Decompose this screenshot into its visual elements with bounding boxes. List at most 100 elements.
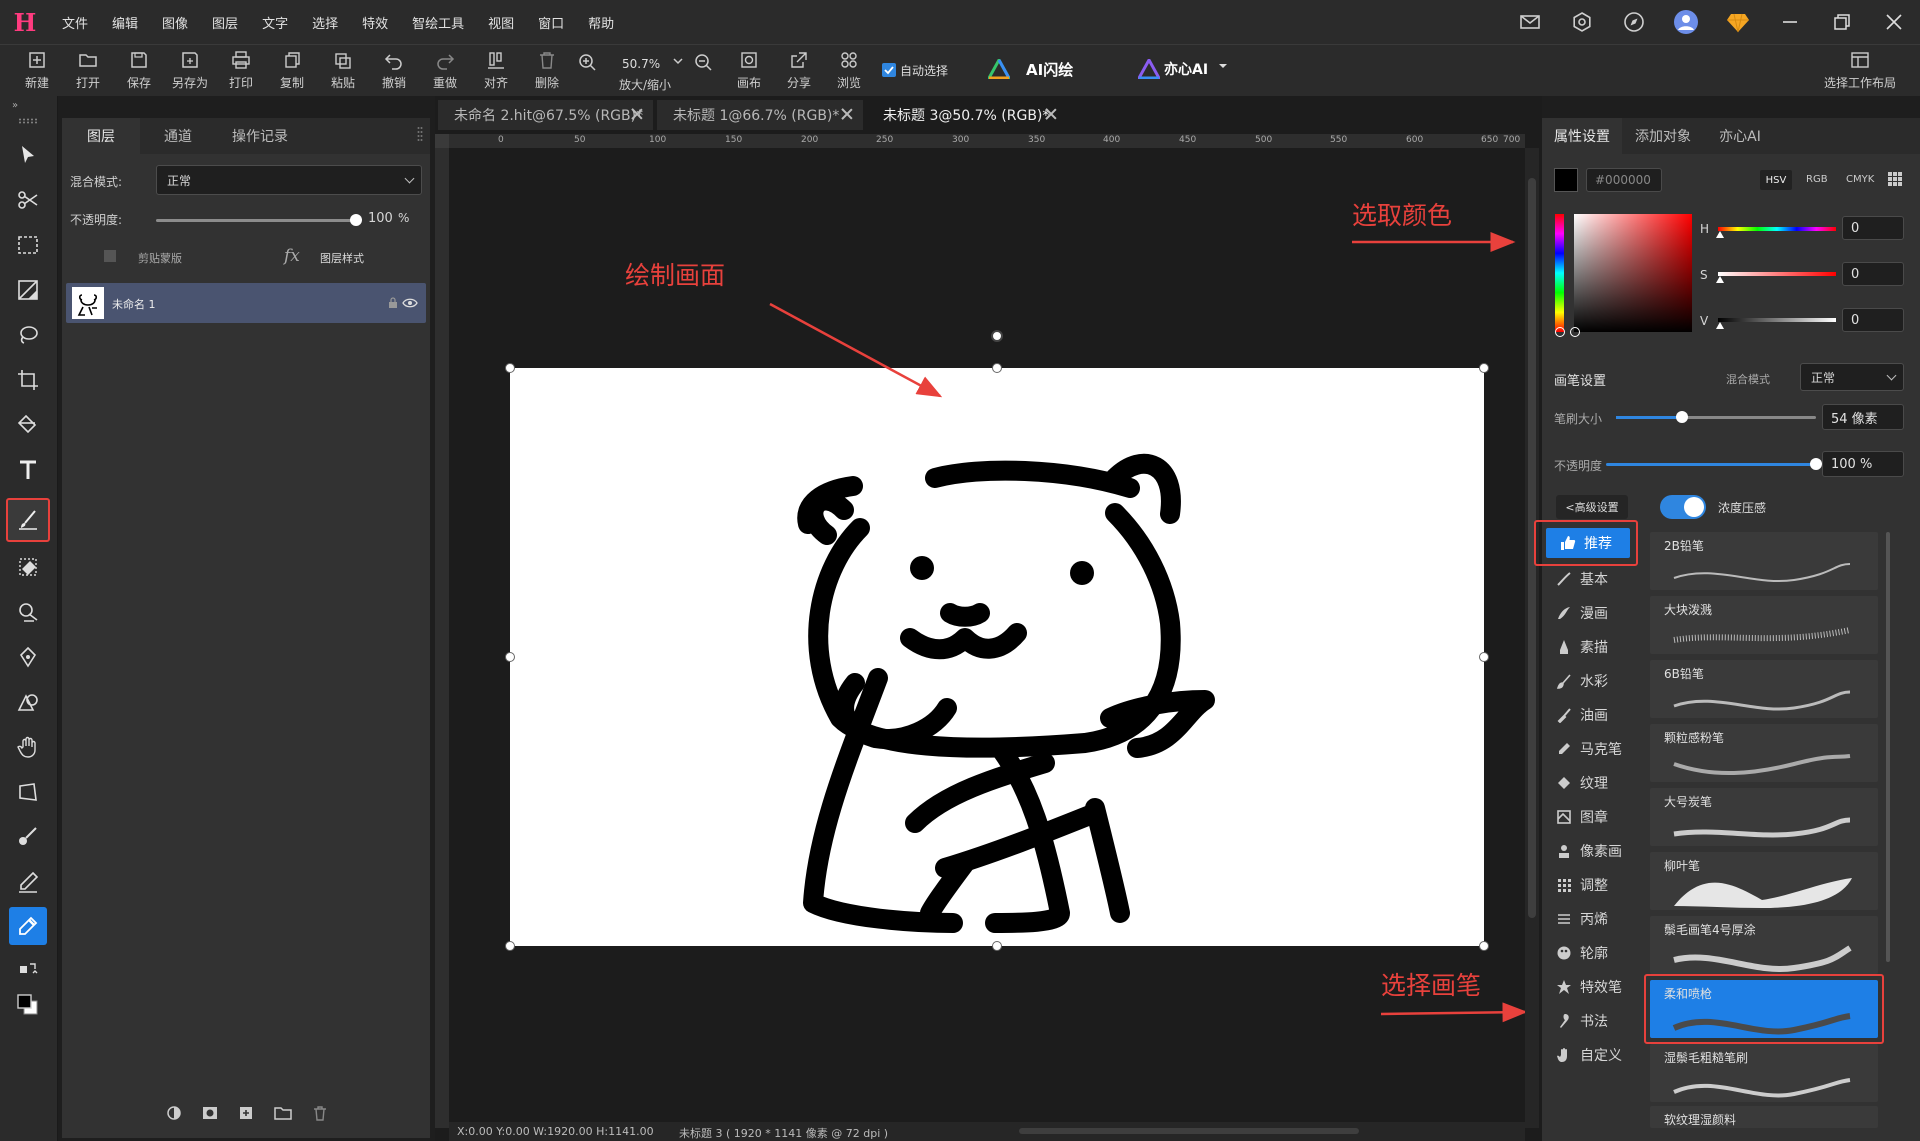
fx-icon[interactable]: fx — [284, 246, 300, 266]
clone-stamp-tool-icon[interactable] — [9, 593, 47, 631]
undo-button[interactable]: 撤销 — [369, 50, 419, 96]
layer-opacity-slider[interactable] — [156, 214, 362, 226]
category-marker[interactable]: 马克笔 — [1542, 734, 1642, 764]
category-outline[interactable]: 轮廓 — [1542, 938, 1642, 968]
brush-size-slider[interactable] — [1616, 411, 1816, 423]
lock-icon[interactable] — [388, 297, 398, 309]
brush-opacity-knob[interactable] — [1810, 458, 1822, 470]
magic-select-tool-icon[interactable] — [9, 271, 47, 309]
ai-flash-button[interactable]: AI闪绘 — [1026, 59, 1073, 80]
restore-icon[interactable] — [1816, 0, 1868, 44]
align-button[interactable]: 对齐 — [471, 50, 521, 96]
delete-button[interactable]: 删除 — [522, 50, 572, 96]
yixin-ai-icon[interactable] — [1138, 59, 1160, 79]
h-input[interactable]: 0 — [1842, 216, 1904, 240]
category-basic[interactable]: 基本 — [1542, 564, 1642, 594]
eraser-tool-icon[interactable] — [9, 548, 47, 586]
menu-effects[interactable]: 特效 — [350, 13, 400, 32]
transform-tool-icon[interactable] — [9, 773, 47, 811]
move-tool-icon[interactable] — [9, 136, 47, 174]
eyedropper-tool-icon[interactable] — [9, 907, 47, 945]
category-effects[interactable]: 特效笔 — [1542, 972, 1642, 1002]
mode-cmyk[interactable]: CMYK — [1846, 174, 1874, 185]
swatch-grid-icon[interactable] — [1888, 172, 1902, 186]
pressure-toggle[interactable] — [1660, 495, 1706, 519]
close-icon[interactable] — [1868, 0, 1920, 44]
clip-mask-button[interactable]: 剪贴蒙版 — [138, 250, 182, 266]
text-tool-icon[interactable] — [9, 451, 47, 489]
tab-properties[interactable]: 属性设置 — [1542, 118, 1622, 154]
category-comic[interactable]: 漫画 — [1542, 598, 1642, 628]
brush-item-wet-bristle[interactable]: 湿鬃毛粗糙笔刷 — [1650, 1044, 1878, 1102]
copy-button[interactable]: 复制 — [267, 50, 317, 96]
avatar-icon[interactable] — [1660, 0, 1712, 44]
brush-item-soft-texture-wet[interactable]: 软纹理湿颜料 — [1650, 1106, 1878, 1128]
new-group-folder-icon[interactable] — [274, 1105, 292, 1121]
hex-input[interactable]: #000000 — [1586, 168, 1662, 192]
brush-tool-icon[interactable] — [6, 498, 50, 542]
category-acrylic[interactable]: 丙烯 — [1542, 904, 1642, 934]
tab-history[interactable]: 操作记录 — [216, 118, 304, 154]
category-watercolor[interactable]: 水彩 — [1542, 666, 1642, 696]
brush-item-6b-pencil[interactable]: 6B铅笔 — [1650, 660, 1878, 718]
panel-drag-handle-icon[interactable] — [417, 126, 423, 146]
expand-tools-icon[interactable]: » — [12, 100, 18, 111]
save-as-button[interactable]: 另存为 — [165, 50, 215, 96]
brush-opacity-input[interactable]: 100 % — [1822, 451, 1904, 477]
yixin-ai-button[interactable]: 亦心AI — [1164, 59, 1208, 79]
tab-layers[interactable]: 图层 — [62, 118, 140, 154]
zoom-in-icon[interactable] — [578, 53, 596, 71]
fill-bucket-tool-icon[interactable] — [9, 406, 47, 444]
v-input[interactable]: 0 — [1842, 308, 1904, 332]
swap-colors-icon[interactable] — [9, 951, 47, 989]
cut-tool-icon[interactable] — [9, 181, 47, 219]
marquee-tool-icon[interactable] — [9, 226, 47, 264]
h-slider[interactable] — [1718, 227, 1836, 231]
lasso-tool-icon[interactable] — [9, 316, 47, 354]
menu-edit[interactable]: 编辑 — [100, 13, 150, 32]
delete-layer-trash-icon[interactable] — [312, 1105, 328, 1121]
category-oil[interactable]: 油画 — [1542, 700, 1642, 730]
menu-help[interactable]: 帮助 — [576, 13, 626, 32]
layer-row[interactable]: 未命名 1 — [66, 283, 426, 323]
open-button[interactable]: 打开 — [63, 50, 113, 96]
tab-yixin-ai[interactable]: 亦心AI — [1704, 118, 1776, 154]
brush-opacity-slider[interactable] — [1606, 458, 1822, 470]
tab-add-object[interactable]: 添加对象 — [1624, 118, 1702, 154]
brush-list-scrollbar[interactable] — [1886, 532, 1890, 962]
color-marker[interactable] — [1570, 327, 1580, 337]
compass-icon[interactable] — [1608, 0, 1660, 44]
current-color-swatch[interactable] — [1554, 168, 1578, 192]
print-button[interactable]: 打印 — [216, 50, 266, 96]
horizontal-scrollbar-thumb[interactable] — [1019, 1128, 1359, 1134]
category-pixel[interactable]: 像素画 — [1542, 836, 1642, 866]
canvas-button[interactable]: 画布 — [724, 50, 774, 96]
v-slider-marker[interactable] — [1716, 322, 1724, 329]
drag-handle-icon[interactable] — [18, 118, 40, 124]
layer-mask-icon[interactable] — [202, 1105, 218, 1121]
redo-button[interactable]: 重做 — [420, 50, 470, 96]
mode-hsv[interactable]: HSV — [1760, 170, 1792, 190]
menu-layer[interactable]: 图层 — [200, 13, 250, 32]
minimize-icon[interactable] — [1764, 0, 1816, 44]
share-button[interactable]: 分享 — [774, 50, 824, 96]
menu-view[interactable]: 视图 — [476, 13, 526, 32]
category-texture[interactable]: 纹理 — [1542, 768, 1642, 798]
brush-blend-select[interactable]: 正常 — [1800, 363, 1904, 391]
menu-file[interactable]: 文件 — [50, 13, 100, 32]
s-input[interactable]: 0 — [1842, 262, 1904, 286]
v-slider[interactable] — [1718, 318, 1836, 322]
auto-select-checkbox[interactable] — [882, 63, 896, 77]
h-slider-marker[interactable] — [1716, 231, 1724, 238]
advanced-settings-button[interactable]: <高级设置 — [1556, 495, 1628, 519]
brush-item-bristle-4[interactable]: 鬃毛画笔4号厚涂 — [1650, 916, 1878, 974]
brush-item-big-splash[interactable]: 大块泼溅 — [1650, 596, 1878, 654]
smudge-tool-icon[interactable] — [9, 818, 47, 856]
mode-rgb[interactable]: RGB — [1806, 174, 1828, 185]
zoom-dropdown-chevron-icon[interactable] — [672, 55, 684, 67]
s-slider-marker[interactable] — [1716, 276, 1724, 283]
vertical-scrollbar[interactable] — [1525, 148, 1539, 1128]
settings-icon[interactable] — [1556, 0, 1608, 44]
mail-icon[interactable] — [1504, 0, 1556, 44]
ai-flash-icon[interactable] — [988, 59, 1010, 79]
